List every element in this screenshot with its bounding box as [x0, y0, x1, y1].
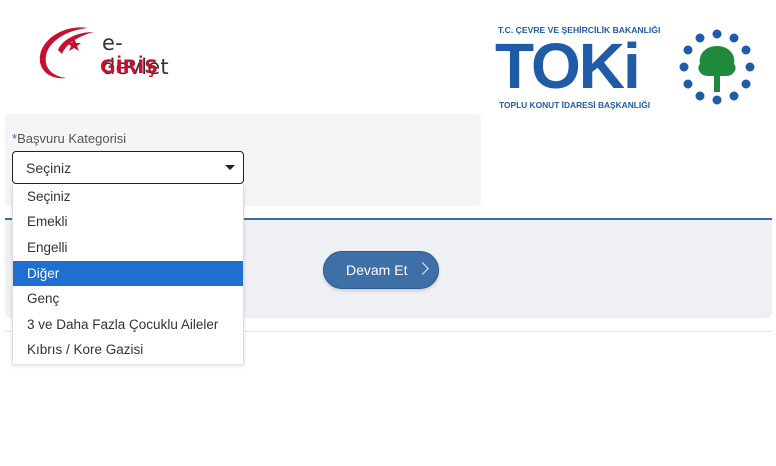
dropdown-option-emekli[interactable]: Emekli: [13, 209, 243, 234]
dropdown-option-kibris-kore-gazisi[interactable]: Kıbrıs / Kore Gazisi: [13, 337, 243, 362]
caret-down-icon: [225, 165, 235, 170]
toki-agency-line: TOPLU KONUT İDARESİ BAŞKANLIĞI: [499, 100, 651, 110]
toki-wordmark: TOKi: [495, 30, 641, 102]
edevlet-logo[interactable]: e-devlet GİRİŞ: [36, 22, 186, 84]
dropdown-option-diger[interactable]: Diğer: [13, 261, 243, 286]
category-label: *Başvuru Kategorisi: [12, 131, 126, 146]
category-select-value: Seçiniz: [26, 160, 72, 176]
continue-button[interactable]: Devam Et: [323, 251, 439, 289]
category-select[interactable]: Seçiniz: [12, 151, 244, 184]
edevlet-giris-label: GİRİŞ: [100, 56, 159, 78]
toki-logo: T.C. ÇEVRE VE ŞEHİRCİLİK BAKANLIĞI TOKi …: [494, 24, 764, 114]
dropdown-option-cocuklu-aileler[interactable]: 3 ve Daha Fazla Çocuklu Aileler: [13, 312, 243, 337]
chevron-right-icon: [416, 262, 429, 275]
continue-button-label: Devam Et: [346, 262, 408, 278]
tree-dots-emblem-icon: [679, 29, 755, 105]
dropdown-option-engelli[interactable]: Engelli: [13, 235, 243, 260]
category-label-text: Başvuru Kategorisi: [17, 131, 127, 146]
crescent-star-swoosh-icon: [39, 27, 94, 79]
dropdown-option-seciniz[interactable]: Seçiniz: [13, 184, 243, 209]
category-dropdown-list[interactable]: Seçiniz Emekli Engelli Diğer Genç 3 ve D…: [12, 184, 244, 364]
dropdown-option-genc[interactable]: Genç: [13, 286, 243, 311]
